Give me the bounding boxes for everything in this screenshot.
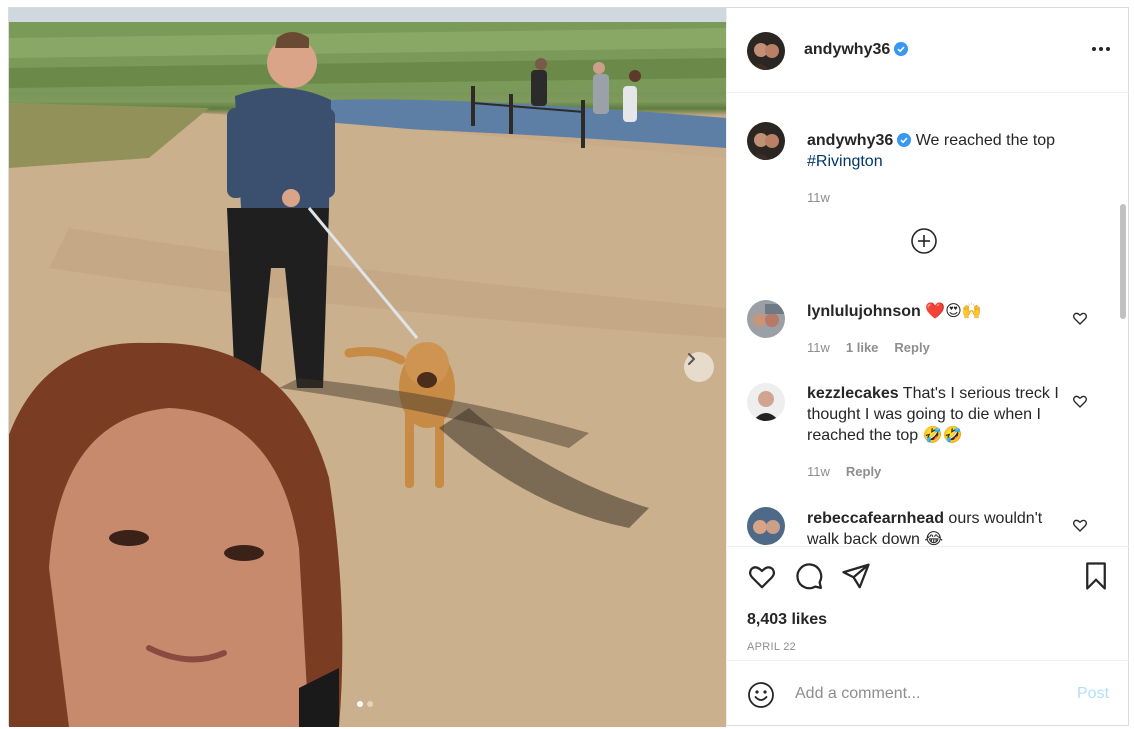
likes-count[interactable]: 8,403 likes (747, 611, 827, 629)
verified-badge-icon (894, 42, 909, 56)
comment-username[interactable]: lynlulujohnson (807, 303, 921, 320)
comment-meta: 11w Reply (807, 464, 881, 479)
chevron-right-icon (688, 353, 695, 365)
carousel-next-button[interactable] (684, 352, 714, 382)
verified-badge-icon (897, 133, 912, 147)
comment-likes[interactable]: 1 like (846, 340, 879, 355)
carousel-dot-active (357, 701, 363, 707)
caption-meta: 11w (807, 190, 830, 205)
comments-scrollbar[interactable] (1120, 204, 1126, 319)
caption-hashtag[interactable]: #Rivington (807, 153, 883, 170)
post-photo[interactable] (9, 8, 726, 727)
author-name-row: andywhy36 (804, 41, 909, 59)
like-comment-heart-icon[interactable] (1072, 393, 1088, 409)
comment-time[interactable]: 11w (807, 464, 830, 479)
send-icon[interactable] (841, 561, 871, 591)
post-header: andywhy36 (727, 8, 1129, 93)
caption-text: andywhy36 We reached the top #Rivington (807, 130, 1097, 172)
more-options-icon[interactable] (1091, 39, 1111, 59)
emoji-icon[interactable] (747, 681, 775, 709)
comment-username[interactable]: rebeccafearnhead (807, 510, 944, 527)
comment-text: kezzlecakes That's I serious treck I tho… (807, 383, 1062, 446)
post-comment-button[interactable]: Post (1077, 685, 1109, 703)
add-comment-bar: Post (727, 660, 1129, 727)
comment-username[interactable]: kezzlecakes (807, 385, 899, 402)
comment-text: lynlulujohnson ❤️😍🙌 (807, 301, 1062, 322)
carousel-dots (357, 701, 373, 707)
avatar-image (747, 122, 785, 160)
load-more-comments-icon[interactable] (910, 227, 938, 255)
bookmark-icon[interactable] (1081, 561, 1111, 591)
comment-meta: 11w 1 like Reply (807, 340, 930, 355)
avatar-image (747, 300, 785, 338)
comment-body: ❤️😍🙌 (925, 303, 982, 320)
post-date[interactable]: APRIL 22 (747, 641, 796, 653)
commenter-avatar[interactable] (747, 383, 785, 421)
caption-username[interactable]: andywhy36 (807, 132, 893, 149)
comment-input[interactable] (795, 681, 1065, 707)
carousel-dot (367, 701, 373, 707)
like-comment-heart-icon[interactable] (1072, 310, 1088, 326)
like-comment-heart-icon[interactable] (1072, 517, 1088, 533)
author-username[interactable]: andywhy36 (804, 41, 890, 58)
instagram-post: andywhy36 andywhy36 We reached the top #… (8, 7, 1129, 727)
caption-avatar[interactable] (747, 122, 785, 160)
commenter-avatar[interactable] (747, 507, 785, 545)
heart-icon[interactable] (747, 561, 777, 591)
caption-body: We reached the top (915, 132, 1056, 149)
photo-illustration (9, 8, 726, 727)
reply-button[interactable]: Reply (894, 340, 929, 355)
comment-icon[interactable] (794, 561, 824, 591)
post-action-bar: 8,403 likes APRIL 22 (727, 546, 1129, 660)
commenter-avatar[interactable] (747, 300, 785, 338)
avatar-image (747, 32, 785, 70)
avatar-image (747, 383, 785, 421)
comment-time[interactable]: 11w (807, 340, 830, 355)
caption-time[interactable]: 11w (807, 190, 830, 205)
comment-text: rebeccafearnhead ours wouldn't walk back… (807, 508, 1062, 546)
post-details-pane: andywhy36 andywhy36 We reached the top #… (726, 8, 1129, 727)
reply-button[interactable]: Reply (846, 464, 881, 479)
author-avatar[interactable] (747, 32, 785, 70)
avatar-image (747, 507, 785, 545)
comments-list[interactable]: andywhy36 We reached the top #Rivington … (727, 94, 1129, 546)
